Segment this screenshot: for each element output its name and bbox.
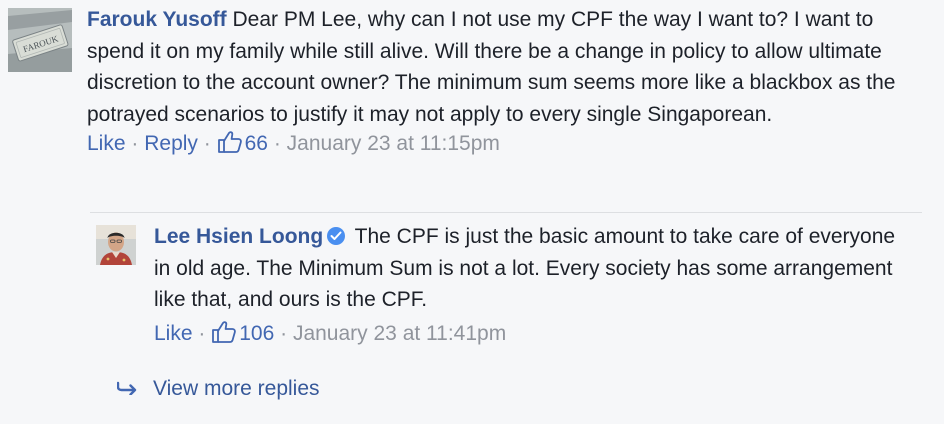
separator: · xyxy=(131,132,139,155)
thumbs-up-icon xyxy=(211,320,237,352)
avatar[interactable] xyxy=(96,225,136,265)
like-count-value: 66 xyxy=(244,132,268,155)
comment-author-link[interactable]: Farouk Yusoff xyxy=(87,8,227,31)
like-link[interactable]: Like xyxy=(154,322,193,345)
like-count-value: 106 xyxy=(239,321,275,345)
thumbs-up-icon xyxy=(217,130,243,162)
like-link[interactable]: Like xyxy=(87,132,126,155)
timestamp-link[interactable]: January 23 at 11:15pm xyxy=(287,132,500,155)
verified-badge-icon xyxy=(327,227,346,245)
comment-actions: Like · Reply · 66 · January 23 at 11:15p… xyxy=(87,130,922,162)
comment-thread: FAROUK Farouk Yusoff Dear PM Lee, why ca… xyxy=(0,0,944,424)
separator: · xyxy=(198,321,206,345)
reply-body: Lee Hsien Loong The CPF is just the basi… xyxy=(154,221,914,352)
like-count[interactable]: 66 xyxy=(217,131,274,155)
avatar[interactable]: FAROUK xyxy=(8,8,72,72)
like-count[interactable]: 106 xyxy=(211,320,280,345)
view-more-label: View more replies xyxy=(153,377,320,400)
reply-arrow-icon xyxy=(116,377,139,401)
reply-author-link[interactable]: Lee Hsien Loong xyxy=(154,225,323,248)
separator: · xyxy=(280,321,288,345)
comment-body: Farouk Yusoff Dear PM Lee, why can I not… xyxy=(87,4,922,162)
reply-actions: Like · 106 · January 23 at 11:41pm xyxy=(154,320,914,352)
separator: · xyxy=(203,132,211,155)
timestamp-link[interactable]: January 23 at 11:41pm xyxy=(293,322,506,345)
reply-link[interactable]: Reply xyxy=(144,132,198,155)
view-more-replies-link[interactable]: View more replies xyxy=(116,377,320,401)
divider xyxy=(90,212,922,213)
separator: · xyxy=(273,132,281,155)
